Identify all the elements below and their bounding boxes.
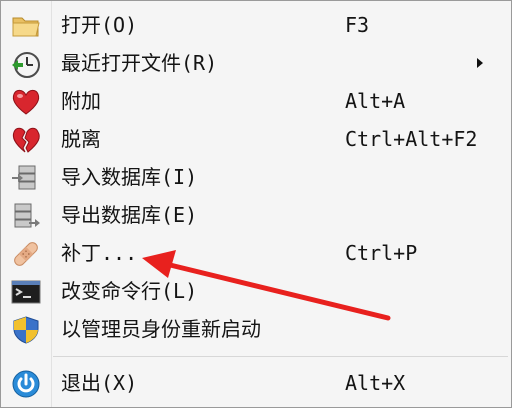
database-import-icon: [10, 162, 42, 194]
menu-item-label: 导入数据库(I): [61, 165, 198, 189]
menu-item-label: 附加: [61, 89, 101, 113]
heart-attach-icon: [10, 86, 42, 118]
submenu-arrow-icon: [477, 58, 483, 68]
menu-item-label: 导出数据库(E): [61, 203, 198, 227]
folder-open-icon: [10, 10, 42, 42]
menu-item-detach[interactable]: 脱离 Ctrl+Alt+F2: [1, 121, 511, 158]
terminal-icon: [10, 276, 42, 308]
menu-item-import-database[interactable]: 导入数据库(I): [1, 159, 511, 196]
menu-item-recent-files[interactable]: 最近打开文件(R): [1, 45, 511, 82]
menu-item-label: 以管理员身份重新启动: [61, 317, 261, 341]
bandage-icon: [10, 238, 42, 270]
menu-separator: [53, 356, 508, 357]
menu-item-export-database[interactable]: 导出数据库(E): [1, 197, 511, 234]
broken-heart-icon: [10, 124, 42, 156]
menu-item-shortcut: F3: [345, 13, 370, 37]
context-menu: 打开(O) F3 最近打开文件(R) 附加 Alt+A 脱离 Ctrl+Alt+…: [0, 0, 512, 408]
menu-item-exit[interactable]: 退出(X) Alt+X: [1, 365, 511, 402]
recent-files-icon: [10, 48, 42, 80]
menu-item-shortcut: Alt+X: [345, 371, 406, 395]
menu-item-label: 补丁...: [61, 241, 138, 265]
power-icon: [10, 368, 42, 400]
menu-item-shortcut: Ctrl+Alt+F2: [345, 127, 478, 151]
menu-item-attach[interactable]: 附加 Alt+A: [1, 83, 511, 120]
menu-item-shortcut: Alt+A: [345, 89, 406, 113]
menu-item-patch[interactable]: 补丁... Ctrl+P: [1, 235, 511, 272]
database-export-icon: [10, 200, 42, 232]
menu-item-label: 退出(X): [61, 371, 138, 395]
menu-item-label: 打开(O): [61, 13, 138, 37]
menu-item-label: 脱离: [61, 127, 101, 151]
uac-shield-icon: [10, 314, 42, 346]
menu-item-change-command-line[interactable]: 改变命令行(L): [1, 273, 511, 310]
menu-item-label: 最近打开文件(R): [61, 51, 218, 75]
menu-item-shortcut: Ctrl+P: [345, 241, 418, 265]
menu-item-restart-as-admin[interactable]: 以管理员身份重新启动: [1, 311, 511, 348]
menu-item-label: 改变命令行(L): [61, 279, 198, 303]
menu-item-open[interactable]: 打开(O) F3: [1, 7, 511, 44]
